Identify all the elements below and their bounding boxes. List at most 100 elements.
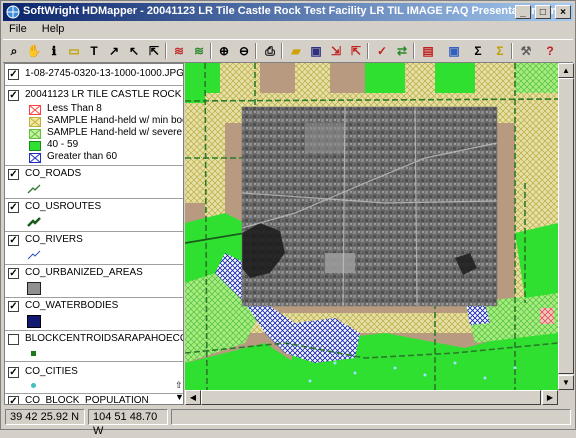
minimize-button[interactable]: _: [514, 5, 531, 19]
edit-alt-icon[interactable]: ⇄: [393, 42, 411, 60]
layer-name: 20041123 LR TILE CASTLE ROCK TE: [25, 89, 184, 100]
menu-help[interactable]: Help: [36, 22, 71, 35]
layer-checkbox[interactable]: ✓: [8, 69, 19, 80]
legend-divider: [5, 231, 183, 232]
road-line-icon: [27, 184, 41, 194]
toolbar-separator: [413, 43, 415, 59]
map-view[interactable]: [185, 63, 558, 390]
horizontal-scroll-thumb[interactable]: [201, 390, 541, 405]
sum-alt-icon[interactable]: Σ: [491, 42, 509, 60]
status-latitude: 39 42 25.92 N: [5, 409, 85, 425]
pointer-icon[interactable]: ⇱: [145, 42, 163, 60]
river-line-icon: [27, 250, 41, 260]
layer-checkbox[interactable]: [8, 334, 19, 345]
window-icon[interactable]: ▣: [445, 42, 463, 60]
print-icon[interactable]: ⎙: [261, 42, 279, 60]
toolbar-separator: [281, 43, 283, 59]
toolbar-separator: [255, 43, 257, 59]
zoom-in-icon[interactable]: ⊕: [215, 42, 233, 60]
pan-hand-icon[interactable]: ✋: [25, 42, 43, 60]
legend-divider: [5, 361, 183, 362]
layer-name: 1-08-2745-0320-13-1000-1000.JPG (Im: [25, 68, 184, 79]
layer-name: CO_USROUTES: [25, 201, 102, 212]
window-title: SoftWright HDMapper - 20041123 LR Tile C…: [23, 5, 561, 17]
stack-icon[interactable]: ▤: [419, 42, 437, 60]
legend-divider: [5, 297, 183, 298]
layer-name: CO_ROADS: [25, 168, 82, 179]
horizontal-scrollbar[interactable]: ◀ ▶: [185, 390, 558, 405]
class-label: 40 - 59: [47, 139, 79, 150]
app-globe-icon: [6, 5, 20, 19]
close-button[interactable]: ×: [555, 5, 571, 19]
legend-divider: [5, 393, 183, 394]
status-longitude: 104 51 48.70 W: [88, 409, 168, 437]
wrench-icon[interactable]: ⚒: [517, 42, 535, 60]
export-icon[interactable]: ⇲: [327, 42, 345, 60]
hatch-yellow-swatch: [29, 117, 41, 127]
menu-file[interactable]: File: [3, 22, 33, 35]
hatch-blue-swatch: [29, 153, 41, 163]
toolbar-separator: [367, 43, 369, 59]
title-bar[interactable]: SoftWright HDMapper - 20041123 LR Tile C…: [3, 3, 573, 21]
layer-name: CO_CITIES: [25, 366, 78, 377]
status-bar: 39 42 25.92 N 104 51 48.70 W: [3, 407, 573, 437]
toolbar: ⌕ ✋ ℹ ▭ T ↗ ↖ ⇱ ≋ ≋ ⊕ ⊖ ⎙ ▰ ▣ ⇲ ⇱ ✓ ⇄ ▤ …: [3, 39, 573, 63]
maximize-button[interactable]: □: [534, 5, 551, 19]
scroll-up-button[interactable]: ▲: [558, 63, 574, 78]
scroll-corner: [558, 390, 574, 405]
class-label: SAMPLE Hand-held w/ min body: [47, 115, 184, 126]
legend-divider: [5, 330, 183, 331]
class-label: Less Than 8: [47, 103, 102, 114]
layer-name: CO_WATERBODIES: [25, 300, 119, 311]
layer-checkbox[interactable]: ✓: [8, 169, 19, 180]
layer-checkbox[interactable]: ✓: [8, 367, 19, 378]
solid-green-swatch: [29, 141, 41, 151]
route-line-icon: [27, 217, 41, 227]
import-icon[interactable]: ⇱: [347, 42, 365, 60]
scroll-right-button[interactable]: ▶: [542, 390, 558, 405]
hatch-lightgreen-swatch: [29, 129, 41, 139]
text-icon[interactable]: T: [85, 42, 103, 60]
legend-divider: [5, 198, 183, 199]
scroll-down-button[interactable]: ▼: [558, 375, 574, 390]
map-canvas[interactable]: [185, 63, 558, 390]
layer-checkbox[interactable]: ✓: [8, 235, 19, 246]
legend-divider: [5, 165, 183, 166]
open-folder-icon[interactable]: ▰: [287, 42, 305, 60]
layers-alt-icon[interactable]: ≋: [190, 42, 208, 60]
layer-checkbox[interactable]: ✓: [8, 301, 19, 312]
zoom-out-icon[interactable]: ⊖: [235, 42, 253, 60]
layer-checkbox[interactable]: ✓: [8, 268, 19, 279]
layer-name: CO_BLOCK_POPULATION: [25, 395, 149, 405]
layer-checkbox[interactable]: ✓: [8, 396, 19, 404]
label-icon[interactable]: ▭: [65, 42, 83, 60]
centroid-point-icon: [31, 351, 36, 356]
select-arrow-icon[interactable]: ↖: [125, 42, 143, 60]
toolbar-separator: [511, 43, 513, 59]
sum-icon[interactable]: Σ: [469, 42, 487, 60]
layer-name: BLOCKCENTROIDSARAPAHOECOUN: [25, 333, 183, 344]
layer-checkbox[interactable]: ✓: [8, 90, 19, 101]
scroll-left-button[interactable]: ◀: [185, 390, 201, 405]
legend-divider: [5, 264, 183, 265]
help-icon[interactable]: ?: [541, 42, 559, 60]
save-disk-icon[interactable]: ▣: [307, 42, 325, 60]
hatch-red-swatch: [29, 105, 41, 115]
info-icon[interactable]: ℹ: [45, 42, 63, 60]
layers-icon[interactable]: ≋: [170, 42, 188, 60]
legend-divider: [5, 85, 183, 86]
layer-checkbox[interactable]: ✓: [8, 202, 19, 213]
city-point-icon: [31, 383, 36, 388]
zoom-tool-icon[interactable]: ⌕: [5, 42, 23, 60]
class-label: Greater than 60: [47, 151, 118, 162]
edit-icon[interactable]: ✓: [373, 42, 391, 60]
measure-icon[interactable]: ↗: [105, 42, 123, 60]
water-swatch: [27, 315, 41, 328]
vertical-scrollbar[interactable]: ▲ ▼: [558, 63, 574, 390]
vertical-scroll-thumb[interactable]: [558, 78, 574, 374]
app-window: SoftWright HDMapper - 20041123 LR Tile C…: [0, 0, 576, 437]
scroll-up-icon[interactable]: ⇧: [175, 380, 183, 391]
toolbar-separator: [210, 43, 212, 59]
scroll-down-icon[interactable]: ▼: [175, 392, 183, 402]
menu-bar: File Help: [3, 22, 573, 38]
